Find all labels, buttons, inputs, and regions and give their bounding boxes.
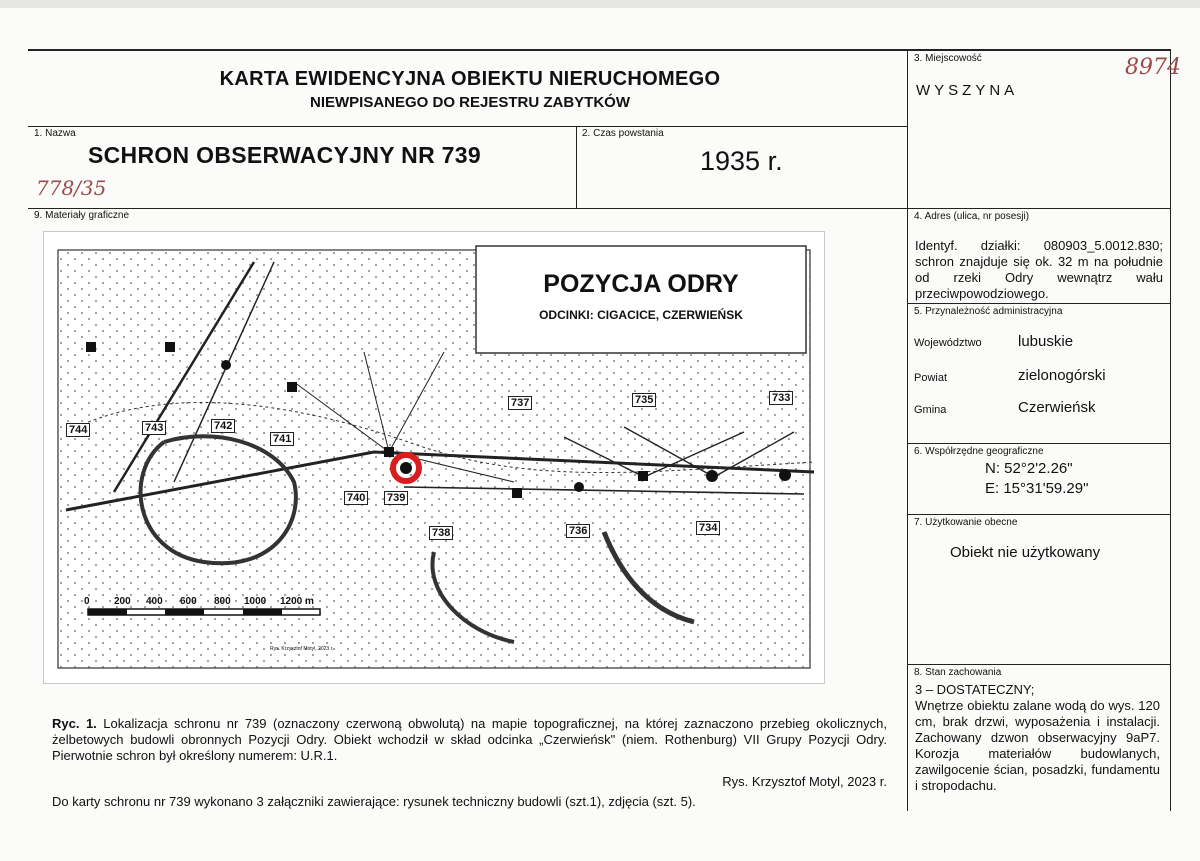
card-title: KARTA EWIDENCYJNA OBIEKTU NIERUCHOMEGO [219, 68, 721, 90]
address-text: Identyf. działki: 080903_5.0012.830; sch… [915, 238, 1163, 301]
wojewodztwo-value: lubuskie [1018, 333, 1074, 350]
object-name: SCHRON OBSERWACYJNY NR 739 [88, 142, 481, 168]
card-subtitle: NIEWPISANEGO DO REJESTRU ZABYTKÓW [309, 94, 631, 111]
box5-border [907, 303, 1170, 304]
bunker-label: 736 [566, 524, 591, 538]
miejscowosc-label: 3. Miejscowość [914, 53, 982, 64]
scale-tick: 600 [180, 596, 197, 607]
bunker-label: 734 [696, 521, 721, 535]
handwritten-file-number: 8974 [1125, 55, 1181, 80]
gmina-key: Gmina [914, 404, 947, 416]
bunker-label: 738 [429, 526, 454, 540]
right-edge [1170, 49, 1171, 811]
box6-border [907, 443, 1170, 444]
scale-tick: 0 [84, 596, 90, 607]
bunker-label: 733 [769, 391, 794, 405]
map-credit: Rys. Krzysztof Motyl, 2023 r. [270, 646, 334, 652]
row2-border [28, 208, 1170, 209]
map-subtitle: ODCINKI: CIGACICE, CZERWIEŃSK [539, 308, 743, 322]
figure-credit: Rys. Krzysztof Motyl, 2023 r. [722, 774, 887, 789]
latitude: N: 52°2'2.26" [985, 460, 1073, 477]
bunker-label: 740 [344, 491, 369, 505]
powiat-key: Powiat [914, 372, 948, 384]
przynaleznosc-label: 5. Przynależność administracyjna [914, 306, 1063, 317]
top-border [28, 49, 1170, 51]
construction-year: 1935 r. [700, 146, 783, 176]
caption-text: Lokalizacja schronu nr 739 (oznaczony cz… [52, 716, 887, 763]
nazwa-label: 1. Nazwa [34, 128, 76, 139]
scale-tick: 200 [114, 596, 131, 607]
attachments-note: Do karty schronu nr 739 wykonano 3 załąc… [52, 794, 696, 809]
czas-label: 2. Czas powstania [582, 128, 664, 139]
box8-border [907, 664, 1170, 665]
bunker-label: 742 [211, 419, 236, 433]
wojewodztwo-key: Województwo [914, 337, 982, 349]
stan-label: 8. Stan zachowania [914, 667, 1002, 678]
box7-border [907, 514, 1170, 515]
scan-top-edge [0, 0, 1200, 8]
col-right-border [907, 49, 908, 811]
bunker-label-highlighted: 739 [384, 491, 409, 505]
uzytkowanie-label: 7. Użytkowanie obecne [914, 517, 1018, 528]
condition-description: Wnętrze obiektu zalane wodą do wys. 120 … [915, 698, 1160, 793]
wspolrzedne-label: 6. Współrzędne geograficzne [914, 446, 1044, 457]
topographic-map: POZYCJA ODRY ODCINKI: CIGACICE, CZERWIEŃ… [43, 231, 825, 684]
bunker-label: 744 [66, 423, 91, 437]
bunker-label: 741 [270, 432, 295, 446]
scale-tick: 1000 [244, 596, 267, 607]
row1-border [28, 126, 908, 127]
map-drawing [57, 245, 815, 669]
longitude: E: 15°31'59.29" [985, 480, 1089, 497]
bunker-label: 737 [508, 396, 533, 410]
place-name: WYSZYNA [916, 82, 1019, 99]
bunker-label: 743 [142, 421, 167, 435]
current-usage: Obiekt nie użytkowany [950, 544, 1101, 561]
scale-tick: 400 [146, 596, 163, 607]
map-title: POZYCJA ODRY [543, 270, 739, 298]
col-czas-border [576, 126, 577, 209]
gmina-value: Czerwieńsk [1018, 399, 1096, 416]
figure-caption: Ryc. 1. Lokalizacja schronu nr 739 (ozna… [52, 716, 887, 764]
scale-tick: 1200 m [280, 596, 314, 607]
caption-label: Ryc. 1. [52, 716, 97, 731]
bunker-label: 735 [632, 393, 657, 407]
adres-label: 4. Adres (ulica, nr posesji) [914, 211, 1030, 222]
scale-tick: 800 [214, 596, 231, 607]
handwritten-number: 778/35 [36, 176, 107, 200]
condition-grade: 3 – DOSTATECZNY; [915, 682, 1035, 697]
materialy-label: 9. Materiały graficzne [34, 210, 130, 221]
powiat-value: zielonogórski [1018, 367, 1106, 384]
